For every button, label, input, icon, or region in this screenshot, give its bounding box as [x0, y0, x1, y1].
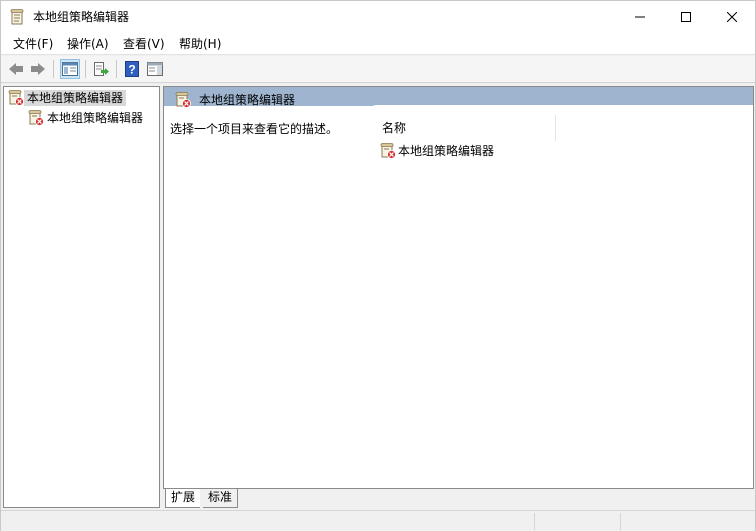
svg-text:?: ?: [128, 63, 135, 77]
tree-item-root[interactable]: 本地组策略编辑器: [8, 89, 127, 107]
close-button[interactable]: [709, 1, 755, 33]
menu-help[interactable]: 帮助(H): [177, 36, 223, 52]
tree-item-label: 本地组策略编辑器: [47, 111, 144, 125]
toolbar: ?: [1, 56, 755, 83]
toolbar-separator: [116, 60, 117, 78]
export-list-icon: [94, 62, 109, 76]
maximize-button[interactable]: [663, 1, 709, 33]
window-title: 本地组策略编辑器: [33, 10, 130, 24]
status-bar: [1, 510, 755, 531]
back-button[interactable]: [6, 59, 26, 79]
menu-bar: 文件(F) 操作(A) 查看(V) 帮助(H): [1, 33, 755, 55]
tab-extended[interactable]: 扩展: [165, 489, 201, 508]
toolbar-separator: [53, 60, 54, 78]
details-header-title: 本地组策略编辑器: [199, 93, 296, 107]
console-tree[interactable]: 本地组策略编辑器 本地组策略编辑器: [3, 86, 160, 508]
tree-item-child[interactable]: 本地组策略编辑器: [28, 109, 146, 127]
tree-item-label: 本地组策略编辑器: [24, 90, 127, 106]
forward-button[interactable]: [28, 59, 48, 79]
back-arrow-icon: [9, 63, 23, 75]
menu-action[interactable]: 操作(A): [65, 36, 111, 52]
app-icon: [10, 9, 24, 25]
list-item[interactable]: 本地组策略编辑器: [380, 142, 494, 160]
tab-standard[interactable]: 标准: [203, 489, 239, 508]
menu-view[interactable]: 查看(V): [121, 36, 167, 52]
details-header: 本地组策略编辑器: [164, 87, 753, 108]
toolbar-separator: [85, 60, 86, 78]
view-tabs: 扩展 标准: [163, 489, 754, 509]
policy-editor-icon: [28, 110, 44, 126]
minimize-icon: [635, 16, 645, 18]
show-hide-console-tree-button[interactable]: [60, 59, 80, 79]
title-bar[interactable]: 本地组策略编辑器: [1, 1, 755, 33]
forward-arrow-icon: [31, 63, 45, 75]
policy-editor-icon: [380, 143, 396, 159]
details-pane: 本地组策略编辑器 选择一个项目来查看它的描述。 名称 本地组策略编辑器: [163, 86, 754, 489]
policy-editor-icon: [175, 92, 191, 108]
help-icon: ?: [125, 61, 139, 77]
column-header-label: 名称: [382, 121, 407, 135]
show-hide-action-pane-icon: [147, 62, 163, 76]
show-hide-console-tree-icon: [62, 62, 78, 76]
list-item-label: 本地组策略编辑器: [398, 144, 495, 158]
maximize-icon: [681, 12, 691, 22]
close-icon: [727, 12, 737, 22]
show-hide-action-pane-button[interactable]: [145, 59, 165, 79]
help-button[interactable]: ?: [122, 59, 142, 79]
column-header-name[interactable]: 名称: [367, 115, 556, 141]
description-text: 选择一个项目来查看它的描述。: [170, 122, 339, 136]
status-segment: [534, 513, 620, 530]
status-segment: [620, 513, 755, 530]
export-list-button[interactable]: [91, 59, 111, 79]
minimize-button[interactable]: [617, 1, 663, 33]
policy-editor-icon: [8, 90, 24, 106]
app-window: 本地组策略编辑器 文件(F) 操作(A) 查看(V) 帮助(H) ? 本地组策略…: [0, 0, 756, 531]
menu-file[interactable]: 文件(F): [11, 36, 55, 52]
